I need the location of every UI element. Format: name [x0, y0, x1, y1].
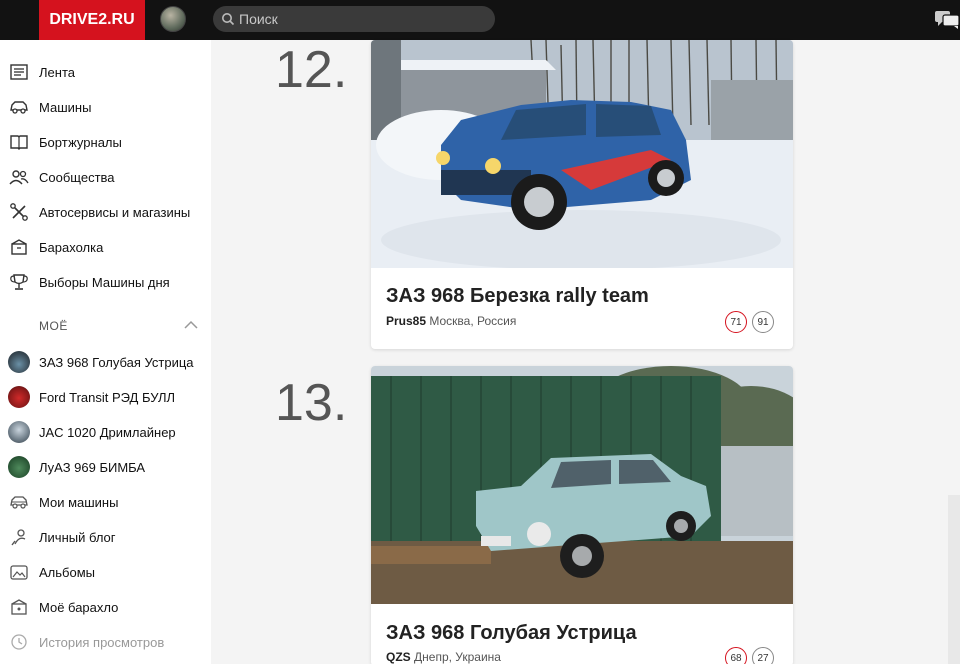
sidebar: Лента Машины Бортжурналы Сообщества Авто…: [0, 40, 211, 664]
my-car-item[interactable]: Ford Transit РЭД БУЛЛ: [0, 382, 211, 412]
communities-icon: [8, 166, 30, 188]
sidebar-item-label: Лента: [39, 64, 75, 80]
search-box[interactable]: [213, 6, 495, 32]
sidebar-item-feed[interactable]: Лента: [0, 57, 211, 87]
logbook-icon: [8, 131, 30, 153]
likes-badge[interactable]: 71: [725, 311, 747, 333]
chevron-up-icon[interactable]: [183, 318, 199, 332]
sidebar-item-communities[interactable]: Сообщества: [0, 162, 211, 192]
my-car-label: ЗАЗ 968 Голубая Устрица: [39, 354, 194, 370]
sidebar-item-label: Барахолка: [39, 239, 104, 255]
sidebar-item-label: История просмотров: [39, 634, 165, 650]
sidebar-item-label: Выборы Машины дня: [39, 274, 170, 290]
my-market-icon: [8, 596, 30, 618]
card-location: Москва, Россия: [429, 314, 517, 328]
car-icon: [8, 96, 30, 118]
sidebar-item-blog[interactable]: Личный блог: [0, 522, 211, 552]
my-car-label: Ford Transit РЭД БУЛЛ: [39, 389, 176, 405]
sidebar-item-car-of-day[interactable]: Выборы Машины дня: [0, 267, 211, 297]
comments-badge[interactable]: 27: [752, 647, 774, 664]
search-input[interactable]: [239, 11, 479, 27]
card-meta: Prus85 Москва, Россия: [386, 314, 516, 328]
history-icon: [8, 631, 30, 653]
car-avatar: [8, 456, 30, 478]
sidebar-item-cars[interactable]: Машины: [0, 92, 211, 122]
sidebar-item-my-cars[interactable]: Мои машины: [0, 487, 211, 517]
card-title[interactable]: ЗАЗ 968 Голубая Устрица: [386, 622, 637, 645]
car-avatar: [8, 386, 30, 408]
comments-badge[interactable]: 91: [752, 311, 774, 333]
card-title[interactable]: ЗАЗ 968 Березка rally team: [386, 285, 649, 308]
my-car-label: JAC 1020 Дримлайнер: [39, 424, 176, 440]
sidebar-item-services[interactable]: Автосервисы и магазины: [0, 197, 211, 227]
car-photo[interactable]: [371, 40, 793, 268]
album-icon: [8, 561, 30, 583]
sidebar-item-my-market[interactable]: Моё барахло: [0, 592, 211, 622]
my-car-item[interactable]: JAC 1020 Дримлайнер: [0, 417, 211, 447]
my-car-label: ЛуАЗ 969 БИМБА: [39, 459, 146, 475]
sidebar-item-history[interactable]: История просмотров: [0, 627, 211, 657]
page-edge: [948, 495, 960, 664]
sidebar-item-label: Бортжурналы: [39, 134, 122, 150]
card-location: Днепр, Украина: [414, 650, 501, 664]
sidebar-item-logbooks[interactable]: Бортжурналы: [0, 127, 211, 157]
card-author[interactable]: QZS: [386, 650, 411, 664]
tools-icon: [8, 201, 30, 223]
sidebar-item-label: Машины: [39, 99, 92, 115]
sidebar-item-albums[interactable]: Альбомы: [0, 557, 211, 587]
sidebar-item-label: Личный блог: [39, 529, 116, 545]
top-bar: DRIVE2.RU: [0, 0, 960, 40]
market-icon: [8, 236, 30, 258]
car-photo[interactable]: [371, 366, 793, 604]
garage-icon: [8, 491, 30, 513]
blog-icon: [8, 526, 30, 548]
my-car-item[interactable]: ЗАЗ 968 Голубая Устрица: [0, 347, 211, 377]
trophy-icon: [8, 271, 30, 293]
card-meta: QZS Днепр, Украина: [386, 650, 501, 664]
search-icon: [222, 13, 235, 26]
sidebar-item-label: Альбомы: [39, 564, 95, 580]
sidebar-item-label: Мои машины: [39, 494, 119, 510]
car-card[interactable]: ЗАЗ 968 Березка rally team Prus85 Москва…: [371, 40, 793, 349]
sidebar-item-market[interactable]: Барахолка: [0, 232, 211, 262]
car-avatar: [8, 351, 30, 373]
sidebar-item-label: Моё барахло: [39, 599, 119, 615]
my-car-item[interactable]: ЛуАЗ 969 БИМБА: [0, 452, 211, 482]
car-avatar: [8, 421, 30, 443]
section-title-my: МОЁ: [39, 319, 68, 333]
sidebar-item-label: Автосервисы и магазины: [39, 204, 191, 220]
rank-number: 13.: [275, 374, 348, 432]
card-author[interactable]: Prus85: [386, 314, 426, 328]
sidebar-item-label: Сообщества: [39, 169, 115, 185]
likes-badge[interactable]: 68: [725, 647, 747, 664]
messages-icon[interactable]: [934, 8, 960, 30]
car-card[interactable]: ЗАЗ 968 Голубая Устрица QZS Днепр, Украи…: [371, 366, 793, 664]
site-logo[interactable]: DRIVE2.RU: [39, 0, 145, 40]
user-avatar[interactable]: [160, 6, 186, 32]
feed-icon: [8, 61, 30, 83]
rank-number: 12.: [275, 41, 348, 99]
